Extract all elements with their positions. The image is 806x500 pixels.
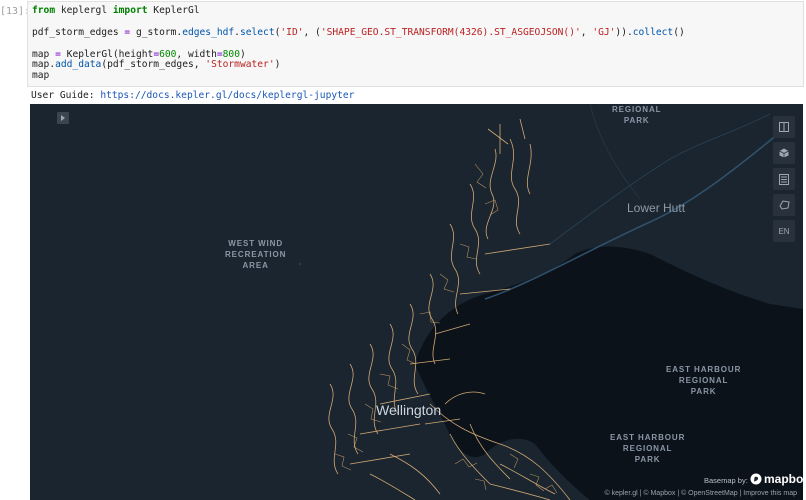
code-token: collect	[632, 26, 674, 38]
code-token: , width	[176, 48, 217, 60]
split-map-button[interactable]	[773, 116, 795, 138]
code-token: 'Stormwater'	[205, 59, 275, 71]
code-token: edges_hdf	[182, 26, 235, 38]
label-west-wind: WEST WIND RECREATION AREA	[225, 239, 287, 270]
code-token: ,	[580, 26, 593, 38]
code-token: KeplerGl	[147, 5, 200, 16]
code-token: KeplerGl(height	[60, 48, 154, 60]
cell-prompt: [13]:	[0, 6, 31, 17]
map-attribution[interactable]: © kepler.gl | © Mapbox | © OpenStreetMap…	[604, 490, 797, 497]
code-token: map.	[32, 59, 56, 71]
user-guide-label: User Guide:	[31, 90, 101, 101]
label-wellington: Wellington	[376, 402, 442, 418]
code-token: map	[32, 48, 56, 60]
split-map-icon	[779, 122, 789, 132]
label-lower-hutt: Lower Hutt	[627, 201, 686, 215]
code-token: g_storm.	[130, 26, 183, 38]
code-token: 'ID'	[280, 26, 304, 38]
code-line: pdf_storm_edges = g_storm.edges_hdf.sele…	[32, 26, 799, 39]
kepler-map[interactable]: EN REGIONAL PARK WEST WIND RECREATION AR…	[30, 104, 803, 500]
code-token: )	[239, 48, 246, 60]
label-east-harbour-1: EAST HARBOUR REGIONAL PARK	[666, 365, 742, 396]
code-token: , (	[303, 26, 321, 38]
legend-button[interactable]	[773, 168, 795, 190]
code-token: pdf_storm_edges	[32, 26, 125, 38]
code-token: map	[32, 70, 50, 82]
side-panel-toggle[interactable]	[57, 112, 69, 124]
code-line: map	[32, 70, 799, 82]
user-guide-link[interactable]: https://docs.kepler.gl/docs/keplergl-jup…	[100, 90, 354, 101]
code-line: map.add_data(pdf_storm_edges, 'Stormwate…	[32, 60, 799, 71]
polygon-icon	[778, 200, 790, 210]
code-token: 'GJ'	[592, 26, 616, 38]
label-regional-park-top: REGIONAL PARK	[612, 105, 662, 125]
draw-polygon-button[interactable]	[773, 194, 795, 216]
mapbox-wordmark: mapbox	[764, 472, 803, 486]
chevron-right-icon	[61, 115, 65, 121]
code-cell[interactable]: from keplergl import KeplerGl pdf_storm_e…	[27, 1, 804, 87]
code-token: 600	[159, 48, 177, 60]
cube-icon	[779, 148, 789, 158]
basemap-label: Basemap by:	[704, 476, 748, 485]
code-token: )	[274, 59, 281, 71]
legend-icon	[779, 173, 789, 185]
code-token: from	[32, 5, 56, 16]
code-line: from keplergl import KeplerGl	[32, 5, 799, 17]
code-token: ()	[673, 26, 685, 38]
label-east-harbour-2: EAST HARBOUR REGIONAL PARK	[610, 433, 686, 464]
code-token: keplergl	[55, 5, 113, 16]
map-basemap	[30, 104, 803, 500]
code-token: select	[239, 26, 275, 38]
code-token: (pdf_storm_edges,	[101, 59, 206, 71]
code-token: 800	[222, 48, 240, 60]
mapbox-icon	[750, 473, 762, 485]
code-token: 'SHAPE_GEO.ST_TRANSFORM(4326).ST_ASGEOJS…	[320, 26, 581, 38]
3d-view-button[interactable]	[773, 142, 795, 164]
code-token: add_data	[55, 59, 102, 71]
code-token: import	[112, 5, 148, 16]
language-button[interactable]: EN	[773, 220, 795, 242]
code-token: )).	[615, 26, 633, 38]
mapbox-logo[interactable]: mapbox	[750, 472, 803, 486]
output-user-guide: User Guide: https://docs.kepler.gl/docs/…	[31, 90, 354, 101]
